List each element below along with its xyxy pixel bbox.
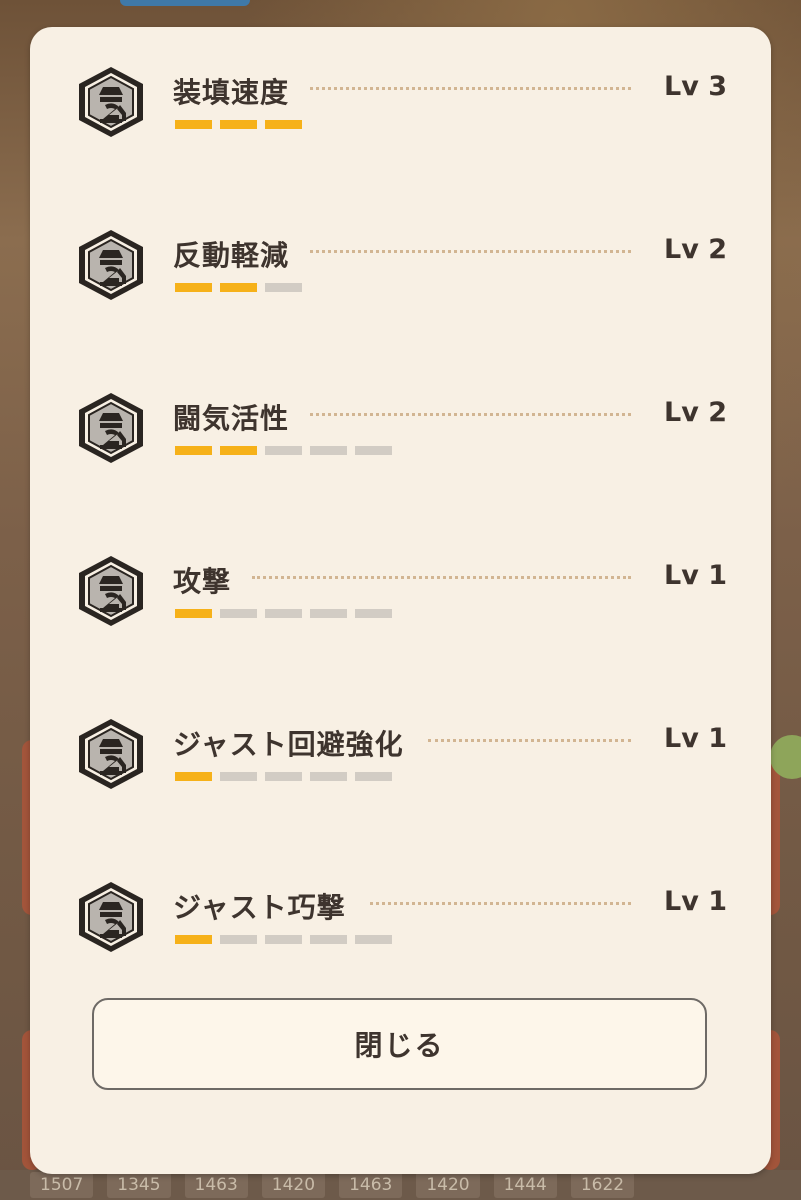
skill-name: 装填速度 xyxy=(173,76,290,109)
skill-row: 反動軽減 Lv 2 xyxy=(30,190,771,300)
skill-name: 反動軽減 xyxy=(173,239,290,272)
level-pip-empty xyxy=(310,446,347,455)
skill-name: 攻撃 xyxy=(173,565,232,598)
level-pip-empty xyxy=(265,772,302,781)
skill-list-modal: 装填速度 Lv 3 反動軽減 Lv 2 闘気活性 Lv 2 攻撃 Lv 1 ジャ… xyxy=(30,27,771,1174)
mechanical-arm-badge-icon xyxy=(76,391,146,465)
level-pip-empty xyxy=(220,609,257,618)
level-pip-filled xyxy=(175,609,212,618)
level-pip-empty xyxy=(265,446,302,455)
background-stat: 1622 xyxy=(570,1172,635,1198)
background-blue-tab xyxy=(120,0,250,6)
background-stat-strip: 1507 1345 1463 1420 1463 1420 1444 1622 xyxy=(0,1170,801,1200)
level-pips xyxy=(175,120,302,129)
skill-name: ジャスト回避強化 xyxy=(173,728,404,761)
dotted-leader xyxy=(428,739,631,742)
skill-level: Lv 1 xyxy=(664,723,727,754)
level-pip-filled xyxy=(175,935,212,944)
level-pip-empty xyxy=(220,772,257,781)
background-stat: 1345 xyxy=(107,1172,171,1198)
skill-name: 闘気活性 xyxy=(173,402,290,435)
skill-level: Lv 2 xyxy=(664,234,727,265)
level-pips xyxy=(175,772,392,781)
dotted-leader xyxy=(310,87,631,90)
background-stat: 1420 xyxy=(261,1172,326,1198)
skill-name: ジャスト巧撃 xyxy=(173,891,346,924)
mechanical-arm-badge-icon xyxy=(76,717,146,791)
level-pip-empty xyxy=(265,609,302,618)
background-stat: 1463 xyxy=(184,1172,248,1198)
mechanical-arm-badge-icon xyxy=(76,554,146,628)
level-pip-empty xyxy=(310,772,347,781)
background-stat: 1463 xyxy=(339,1172,403,1198)
mechanical-arm-badge-icon xyxy=(76,880,146,954)
background-stat: 1507 xyxy=(30,1172,94,1198)
level-pip-filled xyxy=(175,283,212,292)
level-pip-filled xyxy=(220,283,257,292)
level-pip-filled xyxy=(220,120,257,129)
skill-level: Lv 2 xyxy=(664,397,727,428)
dotted-leader xyxy=(252,576,631,579)
background-stat: 1444 xyxy=(493,1172,557,1198)
level-pip-filled xyxy=(175,446,212,455)
level-pips xyxy=(175,446,392,455)
level-pip-empty xyxy=(310,609,347,618)
skill-level: Lv 3 xyxy=(664,71,727,102)
level-pip-empty xyxy=(355,609,392,618)
level-pip-empty xyxy=(355,935,392,944)
dotted-leader xyxy=(310,250,631,253)
mechanical-arm-badge-icon xyxy=(76,65,146,139)
skill-level: Lv 1 xyxy=(664,886,727,917)
level-pips xyxy=(175,609,392,618)
level-pip-empty xyxy=(355,446,392,455)
level-pip-empty xyxy=(310,935,347,944)
skill-level: Lv 1 xyxy=(664,560,727,591)
skill-row: 攻撃 Lv 1 xyxy=(30,516,771,626)
dotted-leader xyxy=(310,413,631,416)
level-pip-filled xyxy=(220,446,257,455)
level-pip-empty xyxy=(355,772,392,781)
skill-row: ジャスト巧撃 Lv 1 xyxy=(30,842,771,952)
dotted-leader xyxy=(370,902,631,905)
level-pip-filled xyxy=(175,120,212,129)
level-pip-empty xyxy=(265,935,302,944)
close-button[interactable]: 閉じる xyxy=(92,998,707,1090)
level-pip-filled xyxy=(175,772,212,781)
level-pips xyxy=(175,283,302,292)
background-stat: 1420 xyxy=(416,1172,480,1198)
skill-row: ジャスト回避強化 Lv 1 xyxy=(30,679,771,789)
level-pip-empty xyxy=(265,283,302,292)
level-pip-filled xyxy=(265,120,302,129)
level-pip-empty xyxy=(220,935,257,944)
mechanical-arm-badge-icon xyxy=(76,228,146,302)
level-pips xyxy=(175,935,392,944)
skill-row: 装填速度 Lv 3 xyxy=(30,27,771,137)
skill-row: 闘気活性 Lv 2 xyxy=(30,353,771,463)
